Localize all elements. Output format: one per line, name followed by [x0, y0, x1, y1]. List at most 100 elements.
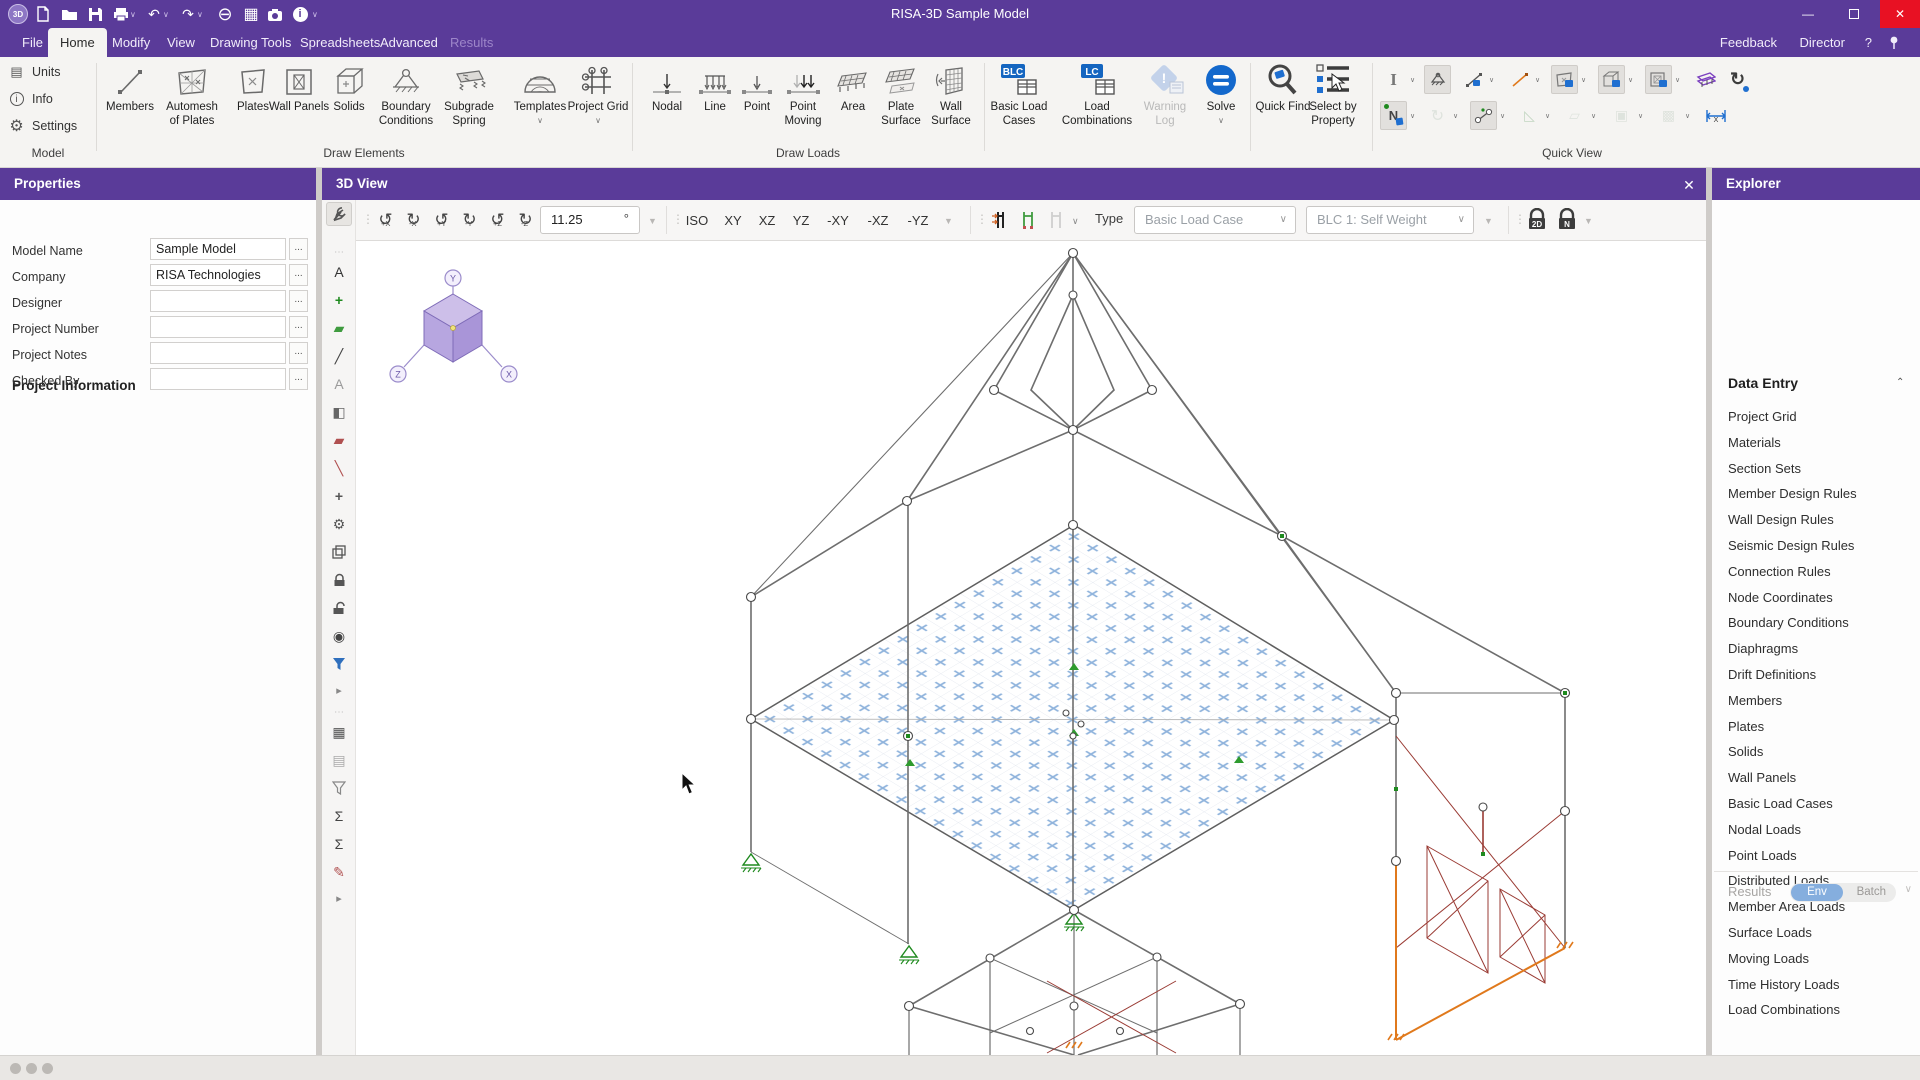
data-entry-item-load-combinations[interactable]: Load Combinations [1728, 997, 1916, 1023]
sum-detail-tool[interactable]: Σ [326, 832, 352, 856]
select-by-property-button[interactable]: Select by Property [1298, 60, 1368, 146]
results-env-option[interactable]: Env [1791, 884, 1843, 901]
annotate-tool[interactable]: A [326, 260, 352, 284]
view-minus-xy-button[interactable]: -XY [820, 205, 856, 235]
close-button[interactable]: ✕ [1880, 0, 1920, 28]
wall-surface-load-button[interactable]: Wall Surface [920, 60, 982, 146]
rotate-plus-y-button[interactable]: ↺ +Y [428, 205, 455, 235]
data-entry-item-materials[interactable]: Materials [1728, 430, 1916, 456]
minimize-button[interactable]: — [1788, 0, 1828, 28]
qv-solid-labels-dropdown-icon[interactable]: ∨ [1628, 76, 1633, 84]
checked-by-field[interactable] [150, 368, 286, 390]
spreadsheet-tool[interactable]: ▦ [326, 720, 352, 744]
project-notes-browse-button[interactable]: ... [289, 342, 308, 364]
company-field[interactable]: RISA Technologies [150, 264, 286, 286]
subgrade-spring-button[interactable]: Subgrade Spring [438, 60, 500, 146]
visibility-tool[interactable]: ◉ [326, 624, 352, 648]
qv-member-shape-button[interactable]: I [1380, 65, 1407, 94]
solve-button[interactable]: Solve ∨ [1190, 60, 1252, 146]
view-yz-button[interactable]: YZ [786, 205, 816, 235]
unlock-selection-tool[interactable] [326, 596, 352, 620]
qv-plates-toggle-button[interactable]: ▱ [1561, 101, 1588, 130]
project-grid-button[interactable]: Project Grid ∨ [567, 60, 629, 146]
project-number-browse-button[interactable]: ... [289, 316, 308, 338]
solids-button[interactable]: Solids [318, 60, 380, 146]
annotate-results-tool[interactable]: ✎ [326, 860, 352, 884]
label-tool[interactable]: A [326, 372, 352, 396]
data-entry-item-surface-loads[interactable]: Surface Loads [1728, 920, 1916, 946]
lock-dropdown-icon[interactable]: ▼ [1584, 216, 1593, 226]
designer-browse-button[interactable]: ... [289, 290, 308, 312]
pin-icon[interactable] [1888, 28, 1900, 57]
members-button[interactable]: Members [99, 60, 161, 146]
checked-by-browse-button[interactable]: ... [289, 368, 308, 390]
view-minus-xz-button[interactable]: -XZ [860, 205, 896, 235]
menu-results[interactable]: Results [438, 28, 505, 57]
data-entry-item-connection-rules[interactable]: Connection Rules [1728, 559, 1916, 585]
lock-selection-tool[interactable] [326, 568, 352, 592]
qv-solid-labels-button[interactable] [1598, 65, 1625, 94]
qv-member-ends-dropdown-icon[interactable]: ∨ [1500, 112, 1505, 120]
rotate-minus-z-button[interactable]: ↻ -Z [512, 205, 539, 235]
qv-plate-corner-dropdown-icon[interactable]: ∨ [1545, 112, 1550, 120]
show-loads-button[interactable] [986, 205, 1012, 235]
data-entry-item-wall-design-rules[interactable]: Wall Design Rules [1728, 507, 1916, 533]
qv-rotate-button[interactable]: ↻ [1424, 101, 1451, 130]
draw-plate-tool[interactable]: ▰ [326, 316, 352, 340]
data-entry-item-project-grid[interactable]: Project Grid [1728, 404, 1916, 430]
delete-plate-tool[interactable]: ▰ [326, 428, 352, 452]
qv-member-ends-button[interactable] [1470, 101, 1497, 130]
show-load-values-button[interactable] [1016, 205, 1040, 235]
blc-dropdown-icon[interactable]: ▼ [1484, 216, 1493, 226]
qv-boundary-button[interactable] [1424, 65, 1451, 94]
warning-log-button[interactable]: ! Warning Log [1134, 60, 1196, 146]
qv-walls-toggle-dropdown-icon[interactable]: ∨ [1685, 112, 1690, 120]
view-orientation-cube[interactable]: Y X Z [389, 269, 518, 383]
units-button[interactable]: ▤ Units [8, 64, 60, 80]
strip-expand-icon[interactable]: ▸ [326, 678, 352, 702]
menu-feedback[interactable]: Feedback [1720, 28, 1777, 57]
blc-combo[interactable]: BLC 1: Self Weight ∨ [1306, 206, 1474, 234]
rotate-minus-x-button[interactable]: ↻ -X [400, 205, 427, 235]
data-entry-item-member-design-rules[interactable]: Member Design Rules [1728, 481, 1916, 507]
filter-results-tool[interactable] [326, 776, 352, 800]
lock-n-button[interactable]: N [1554, 206, 1580, 234]
view-xz-button[interactable]: XZ [752, 205, 782, 235]
move-tool[interactable]: + [326, 484, 352, 508]
menu-modify[interactable]: Modify [100, 28, 162, 57]
qv-plate-corner-button[interactable]: ◺ [1516, 101, 1543, 130]
rotate-plus-x-button[interactable]: ↺ +X [372, 205, 399, 235]
data-entry-item-nodal-loads[interactable]: Nodal Loads [1728, 817, 1916, 843]
menu-home[interactable]: Home [48, 28, 107, 57]
project-notes-field[interactable] [150, 342, 286, 364]
views-dropdown-icon[interactable]: ▼ [944, 216, 953, 226]
qv-diaphragms-button[interactable] [1692, 65, 1719, 94]
qv-dimension-button[interactable]: X [1702, 101, 1729, 130]
sum-tool[interactable]: Σ [326, 804, 352, 828]
data-entry-item-plates[interactable]: Plates [1728, 714, 1916, 740]
menu-director[interactable]: Director [1799, 28, 1845, 57]
results-batch-option[interactable]: Batch [1857, 883, 1886, 902]
qv-rotate-dropdown-icon[interactable]: ∨ [1453, 112, 1458, 120]
data-entry-item-basic-load-cases[interactable]: Basic Load Cases [1728, 791, 1916, 817]
data-entry-item-wall-panels[interactable]: Wall Panels [1728, 765, 1916, 791]
load-combinations-button[interactable]: LC Load Combinations [1062, 60, 1132, 146]
show-load-panels-button[interactable] [1044, 205, 1068, 235]
rotation-angle-input[interactable]: 11.25 ° [540, 206, 640, 234]
templates-button[interactable]: Templates ∨ [509, 60, 571, 146]
qv-member-labels-dropdown-icon[interactable]: ∨ [1489, 76, 1494, 84]
qv-plates-toggle-dropdown-icon[interactable]: ∨ [1591, 112, 1596, 120]
qv-solids-toggle-button[interactable]: ▣ [1608, 101, 1635, 130]
info-button[interactable]: i Info [8, 91, 53, 107]
load-display-dropdown-icon[interactable]: ∨ [1072, 216, 1079, 227]
rotate-minus-y-button[interactable]: ↻ -Y [456, 205, 483, 235]
view-minus-yz-button[interactable]: -YZ [900, 205, 936, 235]
qv-plate-labels-button[interactable] [1551, 65, 1578, 94]
data-entry-item-diaphragms[interactable]: Diaphragms [1728, 636, 1916, 662]
maximize-button[interactable] [1834, 0, 1874, 28]
qv-member-shape-dropdown-icon[interactable]: ∨ [1410, 76, 1415, 84]
automesh-of-plates-button[interactable]: Automesh of Plates [161, 60, 223, 146]
delete-member-tool[interactable]: ╲ [326, 456, 352, 480]
strip-expand2-icon[interactable]: ▸ [326, 886, 352, 910]
qv-plate-labels-dropdown-icon[interactable]: ∨ [1581, 76, 1586, 84]
